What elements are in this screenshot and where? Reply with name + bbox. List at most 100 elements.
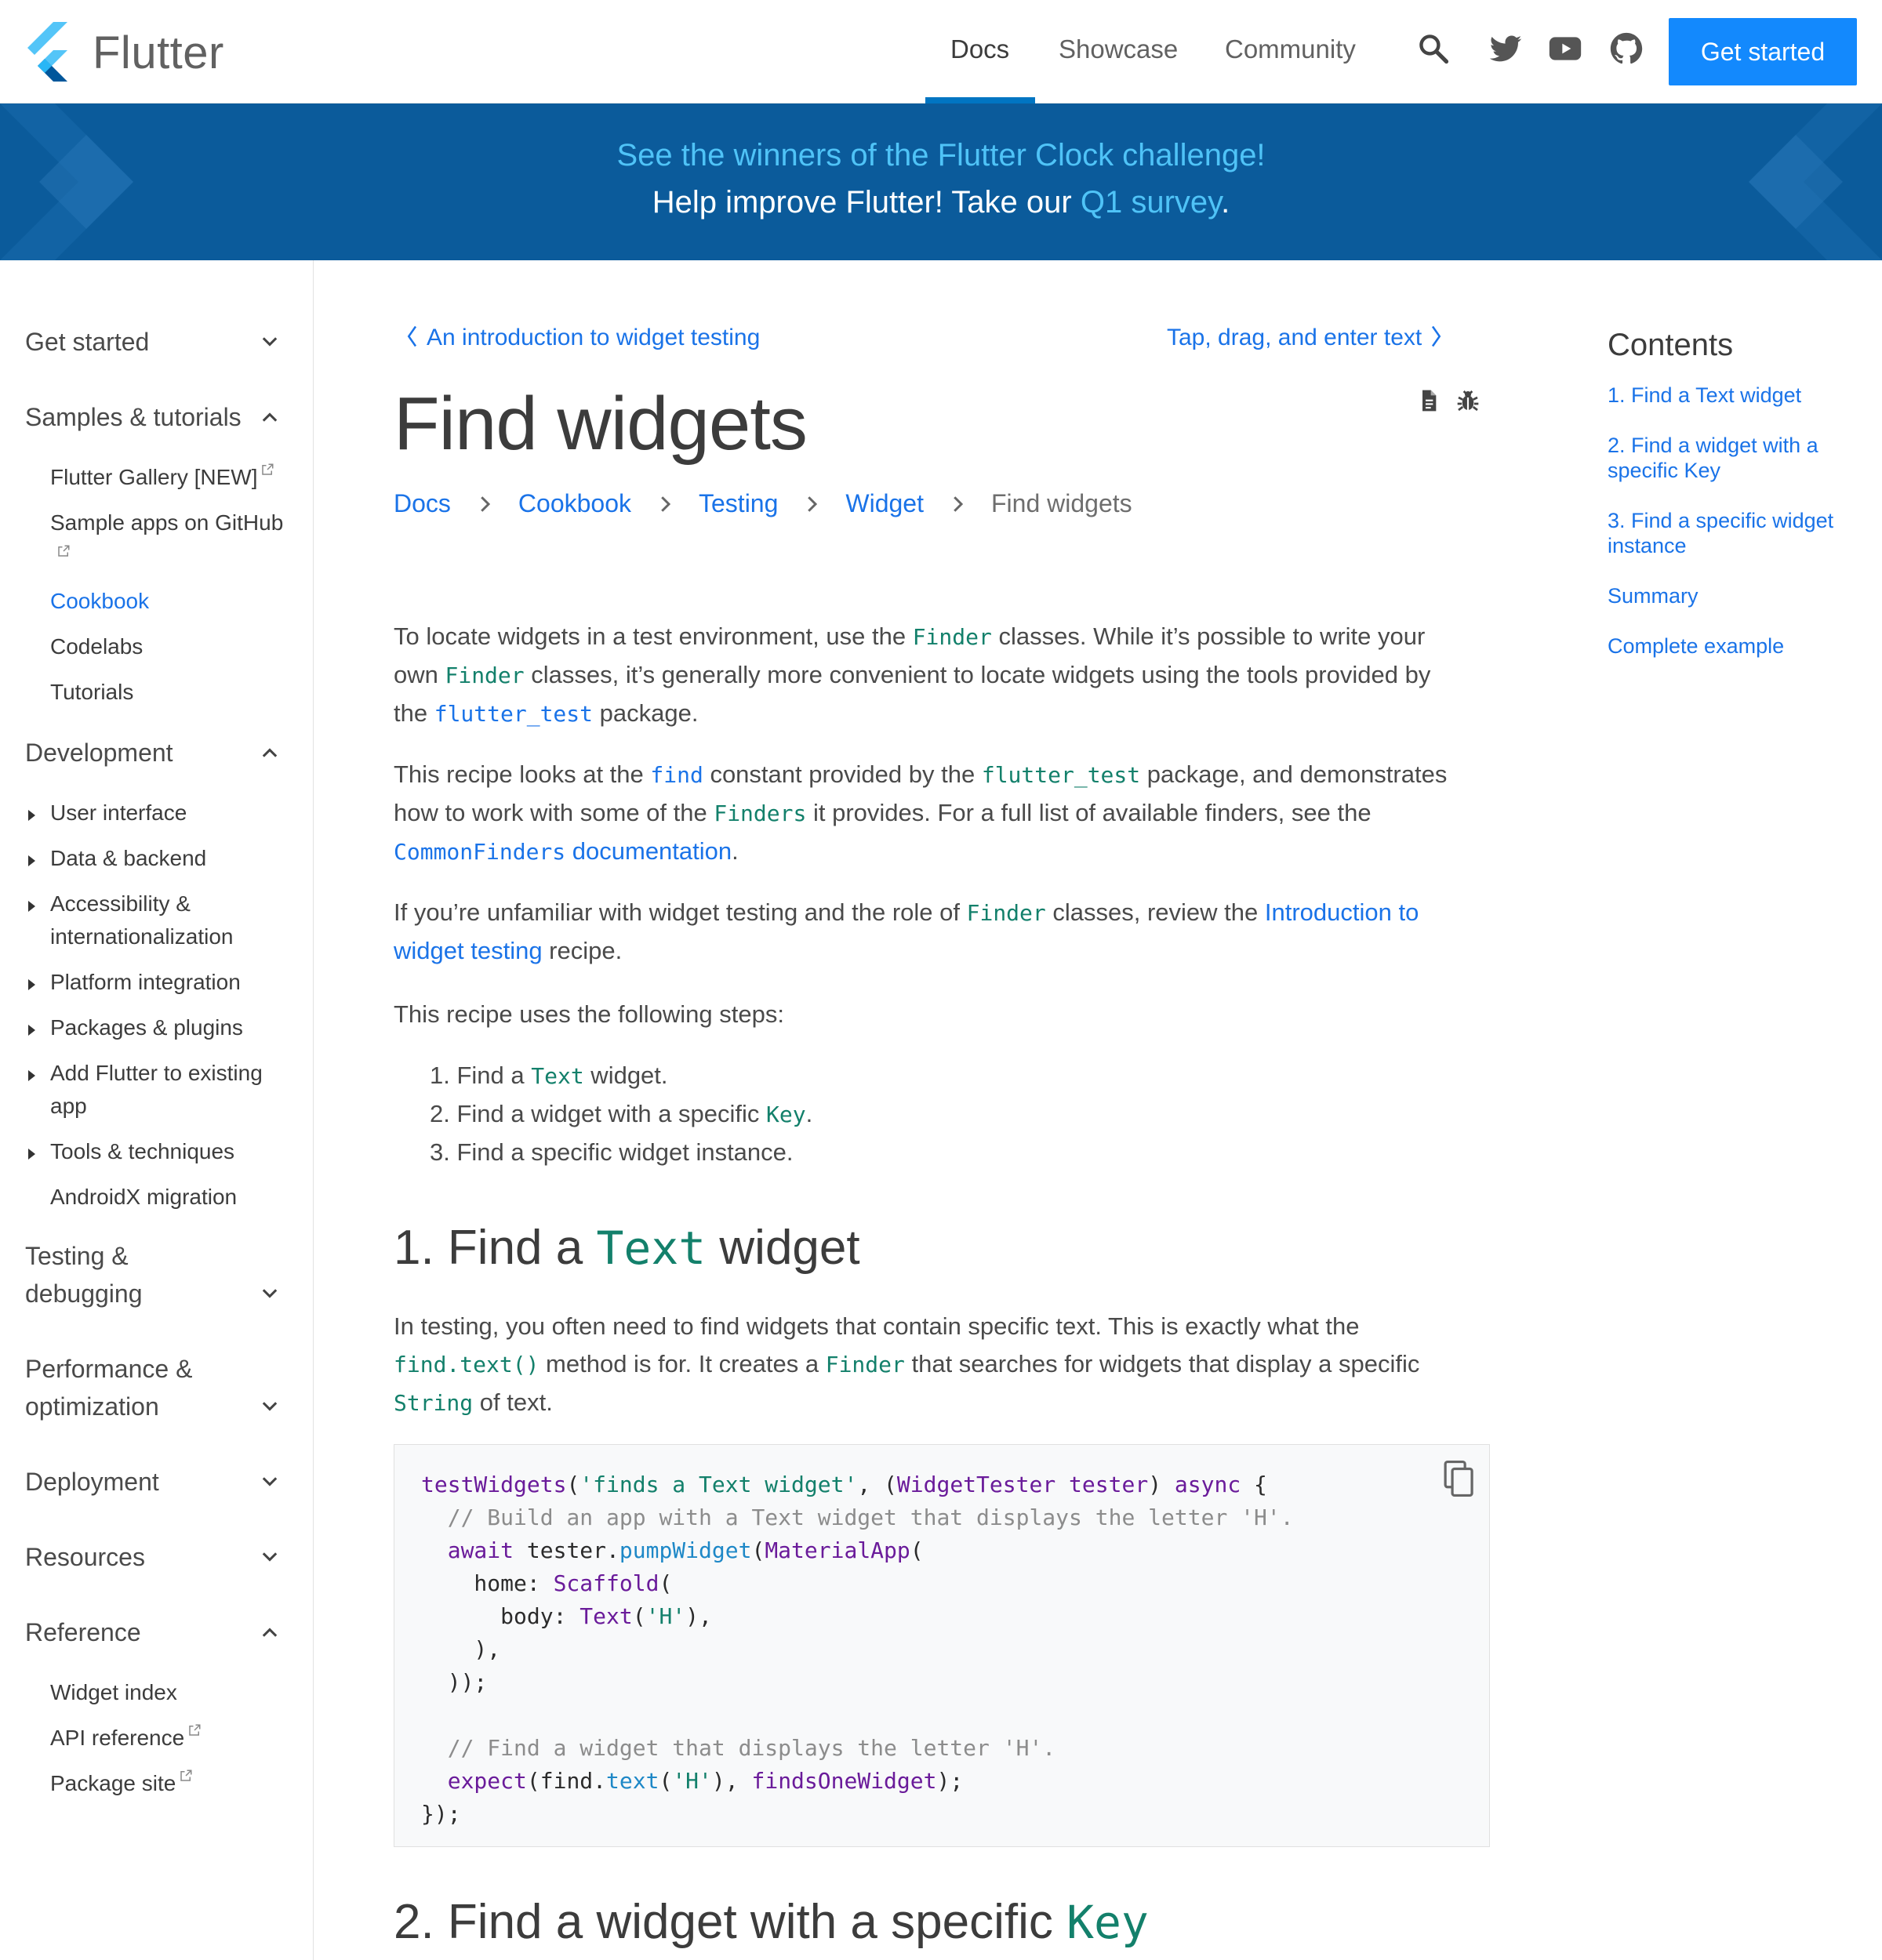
flutter-test-link[interactable]: flutter_test (434, 701, 593, 727)
sidebar-item-tools[interactable]: Tools & techniques (50, 1135, 234, 1168)
report-bug-icon[interactable] (1455, 387, 1481, 414)
sidebar-section-testing-line2[interactable]: debugging (25, 1275, 142, 1312)
sidebar-item-accessibility[interactable]: Accessibility & (50, 887, 191, 920)
banner-clock-challenge-link[interactable]: See the winners of the Flutter Clock cha… (0, 138, 1882, 173)
sidebar-section-testing[interactable]: Testing & (25, 1237, 129, 1275)
sidebar-section-development[interactable]: Development (25, 734, 173, 771)
sidebar-section-performance[interactable]: Performance & (25, 1350, 192, 1388)
chevron-right-icon (481, 495, 491, 512)
sidebar-item-packages-plugins[interactable]: Packages & plugins (50, 1011, 243, 1044)
chevron-right-icon (954, 495, 964, 512)
chevron-down-icon[interactable] (259, 1396, 281, 1417)
chevron-down-icon[interactable] (259, 1546, 281, 1568)
brand-name[interactable]: Flutter (93, 27, 224, 79)
sidebar-item-add-to-app[interactable]: Add Flutter to existing (50, 1057, 263, 1090)
sidebar-item-api-reference[interactable]: API reference (50, 1722, 202, 1755)
breadcrumb: Docs Cookbook Testing Widget Find widget… (394, 489, 1132, 518)
caret-right-icon[interactable] (27, 1148, 36, 1160)
sidebar-item-add-to-app-line2[interactable]: app (50, 1090, 87, 1123)
github-icon[interactable] (1609, 31, 1644, 66)
caret-right-icon[interactable] (27, 1069, 36, 1082)
intro-widget-testing-link-line2[interactable]: widget testing (394, 937, 543, 964)
nav-docs[interactable]: Docs (950, 34, 1009, 64)
caret-right-icon[interactable] (27, 1024, 36, 1036)
sidebar-section-get-started[interactable]: Get started (25, 323, 149, 361)
chevron-right-icon (661, 495, 671, 512)
nav-showcase[interactable]: Showcase (1059, 34, 1178, 64)
toc-item-find-instance[interactable]: 3. Find a specific widget instance (1608, 508, 1858, 558)
intro-widget-testing-link[interactable]: Introduction to (1265, 898, 1419, 926)
caret-right-icon[interactable] (27, 978, 36, 991)
banner-right-decoration (1749, 103, 1882, 260)
chevron-up-icon[interactable] (259, 1621, 281, 1643)
top-header: Flutter Docs Showcase Community Get star… (0, 0, 1882, 103)
next-page-link[interactable]: Tap, drag, and enter text (1167, 325, 1444, 351)
chevron-left-icon (407, 325, 417, 347)
toc-item-complete-example[interactable]: Complete example (1608, 633, 1858, 659)
external-link-icon (262, 463, 274, 475)
section-heading-find-text: 1. Find a Text widget (394, 1221, 860, 1275)
flutter-logo-icon[interactable] (24, 22, 74, 82)
nav-active-indicator (925, 97, 1035, 103)
breadcrumb-docs[interactable]: Docs (394, 489, 451, 518)
list-item: 3. Find a specific widget instance. (430, 1138, 794, 1166)
sidebar-item-codelabs[interactable]: Codelabs (50, 630, 143, 663)
sidebar-item-cookbook[interactable]: Cookbook (50, 585, 149, 618)
banner-survey-suffix: . (1221, 185, 1230, 220)
sidebar-item-flutter-gallery[interactable]: Flutter Gallery [NEW] (50, 461, 274, 494)
toc-item-summary[interactable]: Summary (1608, 583, 1858, 608)
commonfinders-link[interactable]: CommonFinders (394, 839, 565, 865)
steps-intro: This recipe uses the following steps: (394, 1000, 784, 1028)
prev-page-link[interactable]: An introduction to widget testing (405, 325, 760, 351)
sidebar-item-package-site[interactable]: Package site (50, 1767, 193, 1800)
sidebar-section-deployment[interactable]: Deployment (25, 1463, 159, 1501)
list-item: 1. Find a Text widget. (430, 1062, 668, 1089)
caret-right-icon[interactable] (27, 855, 36, 867)
sidebar-item-androidx[interactable]: AndroidX migration (50, 1181, 237, 1214)
external-link-icon (189, 1724, 201, 1736)
unfamiliar-paragraph: If you’re unfamiliar with widget testing… (394, 898, 1419, 964)
sidebar-item-data-backend[interactable]: Data & backend (50, 842, 206, 875)
copy-icon[interactable] (1442, 1459, 1477, 1498)
sidebar-item-tutorials[interactable]: Tutorials (50, 676, 133, 709)
breadcrumb-widget[interactable]: Widget (845, 489, 924, 518)
search-icon[interactable] (1416, 31, 1451, 66)
page-title: Find widgets (394, 382, 808, 466)
announcement-banner: See the winners of the Flutter Clock cha… (0, 103, 1882, 260)
breadcrumb-cookbook[interactable]: Cookbook (518, 489, 631, 518)
toc-title: Contents (1608, 328, 1734, 362)
chevron-up-icon[interactable] (259, 406, 281, 428)
chevron-up-icon[interactable] (259, 742, 281, 764)
view-source-icon[interactable] (1416, 387, 1441, 414)
sidebar-section-samples[interactable]: Samples & tutorials (25, 398, 242, 436)
twitter-icon[interactable] (1488, 31, 1523, 66)
sidebar-item-sample-apps[interactable]: Sample apps on GitHub (50, 506, 283, 539)
sidebar-section-performance-line2[interactable]: optimization (25, 1388, 159, 1425)
find-constant-link[interactable]: find (650, 762, 703, 788)
breadcrumb-current: Find widgets (990, 489, 1132, 517)
documentation-link[interactable]: documentation (565, 837, 732, 865)
sidebar-item-platform-integration[interactable]: Platform integration (50, 966, 241, 999)
toc-item-find-key[interactable]: 2. Find a widget with a specific Key (1608, 433, 1858, 483)
sidebar-section-reference[interactable]: Reference (25, 1613, 141, 1651)
banner-survey-text: Help improve Flutter! Take our Q1 survey… (0, 185, 1882, 220)
find-text-paragraph: In testing, you often need to find widge… (394, 1312, 1420, 1416)
code-content: testWidgets('finds a Text widget', (Widg… (421, 1472, 1294, 1827)
sidebar-item-accessibility-line2[interactable]: internationalization (50, 920, 234, 953)
banner-left-decoration (0, 103, 133, 260)
breadcrumb-testing[interactable]: Testing (699, 489, 778, 518)
sidebar-item-widget-index[interactable]: Widget index (50, 1676, 177, 1709)
nav-community[interactable]: Community (1225, 34, 1356, 64)
recipe-paragraph: This recipe looks at the find constant p… (394, 760, 1448, 865)
get-started-button[interactable]: Get started (1669, 18, 1857, 85)
chevron-down-icon[interactable] (259, 1283, 281, 1305)
sidebar-section-resources[interactable]: Resources (25, 1538, 145, 1576)
caret-right-icon[interactable] (27, 900, 36, 913)
chevron-down-icon[interactable] (259, 1471, 281, 1493)
sidebar-item-user-interface[interactable]: User interface (50, 797, 187, 829)
toc-item-find-text[interactable]: 1. Find a Text widget (1608, 383, 1858, 408)
caret-right-icon[interactable] (27, 809, 36, 822)
chevron-down-icon[interactable] (259, 331, 281, 353)
survey-link[interactable]: Q1 survey (1081, 185, 1221, 220)
youtube-icon[interactable] (1548, 31, 1582, 66)
